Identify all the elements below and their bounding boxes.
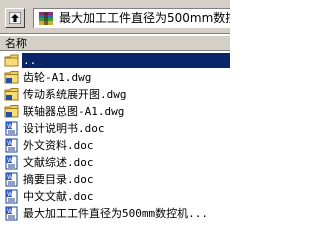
svg-text:W: W <box>7 157 13 164</box>
up-folder-button[interactable] <box>5 8 25 28</box>
svg-text:W: W <box>7 208 13 215</box>
file-name: 外文资料.doc <box>23 139 94 152</box>
doc-file-icon: W <box>4 121 19 136</box>
file-row[interactable]: 齿轮-A1.dwg <box>0 69 230 86</box>
dwg-file-icon <box>4 70 19 85</box>
file-row[interactable]: W 外文资料.doc <box>0 137 230 154</box>
file-name: 文献综述.doc <box>23 156 94 169</box>
doc-file-icon: W <box>4 189 19 204</box>
doc-file-icon: W <box>4 206 19 221</box>
file-name: 最大加工工件直径为500mm数控机... <box>23 207 208 220</box>
path-text: 最大加工工件直径为500mm数控 <box>59 11 230 25</box>
path-field[interactable]: 最大加工工件直径为500mm数控 <box>33 8 230 28</box>
file-name: 传动系统展开图.dwg <box>23 88 127 101</box>
file-row[interactable]: 联轴器总图-A1.dwg <box>0 103 230 120</box>
selection-highlight <box>22 53 230 68</box>
svg-text:W: W <box>7 123 13 130</box>
doc-file-icon: W <box>4 138 19 153</box>
column-header-label: 名称 <box>5 37 27 50</box>
file-name: 齿轮-A1.dwg <box>23 71 92 84</box>
archive-icon <box>39 12 53 25</box>
dwg-file-icon <box>4 87 19 102</box>
file-name: .. <box>23 54 37 67</box>
column-header-name[interactable]: 名称 <box>0 35 230 51</box>
file-row[interactable]: 传动系统展开图.dwg <box>0 86 230 103</box>
file-row[interactable]: W 设计说明书.doc <box>0 120 230 137</box>
file-name: 设计说明书.doc <box>23 122 105 135</box>
file-name: 摘要目录.doc <box>23 173 94 186</box>
file-name: 中文文献.doc <box>23 190 94 203</box>
doc-file-icon: W <box>4 172 19 187</box>
file-row[interactable]: W 文献综述.doc <box>0 154 230 171</box>
file-row[interactable]: .. <box>0 52 230 69</box>
file-row[interactable]: W 中文文献.doc <box>0 188 230 205</box>
toolbar: 最大加工工件直径为500mm数控 <box>0 0 230 34</box>
file-name: 联轴器总图-A1.dwg <box>23 105 125 118</box>
arrow-up-icon <box>9 12 21 24</box>
file-row[interactable]: W 摘要目录.doc <box>0 171 230 188</box>
svg-text:W: W <box>7 140 13 147</box>
folder-up-icon <box>4 53 19 68</box>
doc-file-icon: W <box>4 155 19 170</box>
svg-text:W: W <box>7 174 13 181</box>
file-row[interactable]: W 最大加工工件直径为500mm数控机... <box>0 205 230 222</box>
file-list: .. 齿轮-A1.dwg 传动系统展开图.dwg 联轴器总图-A1.dwg W 设计说明书… <box>0 52 230 222</box>
dwg-file-icon <box>4 104 19 119</box>
svg-text:W: W <box>7 191 13 198</box>
